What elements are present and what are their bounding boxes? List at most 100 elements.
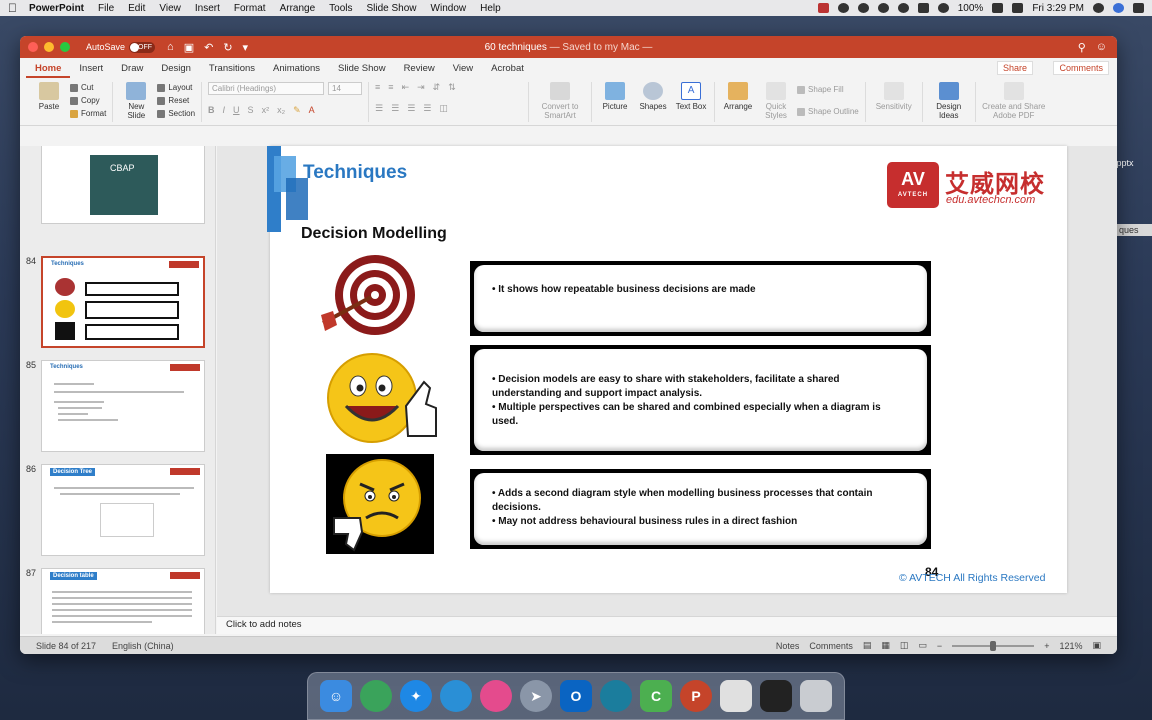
clock[interactable]: Fri 3:29 PM [1032,3,1084,14]
slide-thumbnail-86[interactable]: Decision Tree [41,464,205,556]
powerpoint-dock-icon[interactable]: P [680,680,712,712]
preview-icon[interactable] [720,680,752,712]
control-center-icon[interactable] [1133,3,1144,13]
tab-view[interactable]: View [444,63,482,78]
screen-recorder-icon[interactable] [760,680,792,712]
slide-sorter-icon[interactable]: ▦ [881,640,890,651]
menu-insert[interactable]: Insert [195,3,220,14]
paste-button[interactable]: Paste [32,82,66,111]
tab-design[interactable]: Design [152,63,200,78]
copy-button[interactable]: Copy [70,95,106,106]
home-icon[interactable]: ⌂ [167,41,174,54]
font-size-select[interactable]: 14 [328,82,363,95]
menu-file[interactable]: File [98,3,114,14]
tab-review[interactable]: Review [395,63,444,78]
language-indicator[interactable]: English (China) [112,641,174,651]
redo-icon[interactable]: ↻ [223,41,232,54]
comments-toggle[interactable]: Comments [809,641,853,651]
camtasia-icon[interactable]: C [640,680,672,712]
notes-toggle[interactable]: Notes [776,641,800,651]
battery-icon[interactable] [992,3,1004,13]
menu-view[interactable]: View [159,3,181,14]
strikethrough-icon[interactable]: S [248,105,254,116]
content-box-2[interactable]: • Decision models are easy to share with… [470,345,931,455]
align-center-icon[interactable]: ☰ [391,103,399,114]
zoom-level[interactable]: 121% [1059,641,1082,651]
decrease-indent-icon[interactable]: ⇤ [402,82,410,93]
text-box-button[interactable]: A Text Box [674,82,708,111]
extension-icon[interactable] [837,3,849,13]
safari-icon[interactable]: ✦ [400,680,432,712]
content-box-1[interactable]: • It shows how repeatable business decis… [470,261,931,336]
numbering-icon[interactable]: ≡ [388,82,393,93]
search-icon[interactable] [1093,3,1104,13]
close-window-button[interactable] [28,42,38,52]
desktop-file-ques[interactable]: ques [1116,224,1152,236]
customize-toolbar-icon[interactable]: ▾ [243,41,249,54]
comments-button[interactable]: Comments [1053,61,1109,75]
timer-icon[interactable] [897,3,909,13]
trash-icon[interactable] [800,680,832,712]
highlight-icon[interactable]: ✎ [293,105,301,116]
finder-icon[interactable]: ☺ [320,680,352,712]
menu-tools[interactable]: Tools [329,3,352,14]
shape-outline-button[interactable]: Shape Outline [797,106,859,117]
menu-format[interactable]: Format [234,3,266,14]
reading-view-icon[interactable]: ◫ [900,640,909,651]
account-icon[interactable]: ☺ [1096,41,1107,54]
superscript-icon[interactable]: x² [262,105,270,116]
minimize-window-button[interactable] [44,42,54,52]
arrange-button[interactable]: Arrange [721,82,755,111]
target-dart-icon[interactable] [319,253,421,343]
slide-thumbnails-panel[interactable]: CBAP 84 Techniques 85 Techniques 86 Deci… [20,146,216,634]
columns-icon[interactable]: ◫ [439,103,448,114]
thumbs-up-smiley-icon[interactable] [326,346,441,446]
slide-title[interactable]: Techniques [303,162,407,184]
bullets-icon[interactable]: ≡ [375,82,380,93]
tab-draw[interactable]: Draw [112,63,152,78]
undo-icon[interactable]: ↶ [204,41,213,54]
underline-icon[interactable]: U [233,105,240,116]
create-pdf-button[interactable]: Create and Share Adobe PDF [982,82,1046,120]
slide-thumbnail-87[interactable]: Decision table [41,568,205,634]
tab-slide-show[interactable]: Slide Show [329,63,395,78]
align-left-icon[interactable]: ☰ [375,103,383,114]
share-button[interactable]: Share [996,61,1033,75]
normal-view-icon[interactable]: ▤ [863,640,872,651]
thumbs-down-frown-icon[interactable] [326,454,434,554]
subscript-icon[interactable]: x₂ [277,105,285,116]
font-name-select[interactable]: Calibri (Headings) [208,82,325,95]
italic-icon[interactable]: I [223,105,226,116]
zoom-in-icon[interactable]: + [1044,641,1049,651]
slide-84[interactable]: Techniques AV AVTECH 艾威网校 edu.avtechcn.c… [267,146,1067,593]
battery-percent[interactable]: 100% [958,3,984,14]
input-source-icon[interactable] [1012,3,1024,13]
fit-to-window-icon[interactable]: ▣ [1092,640,1101,651]
reset-button[interactable]: Reset [157,95,195,106]
launchpad-icon[interactable]: ➤ [520,680,552,712]
color-app-icon[interactable] [480,680,512,712]
network-app-icon[interactable] [360,680,392,712]
tab-insert[interactable]: Insert [70,63,112,78]
shapes-button[interactable]: Shapes [636,82,670,111]
slide-thumbnail-83[interactable]: CBAP [41,146,205,224]
shape-fill-button[interactable]: Shape Fill [797,84,859,95]
bold-icon[interactable]: B [208,105,215,116]
tab-transitions[interactable]: Transitions [200,63,264,78]
tab-acrobat[interactable]: Acrobat [482,63,533,78]
zoom-slider[interactable] [952,640,1035,651]
recording-icon[interactable] [817,3,829,13]
sync-icon[interactable] [857,3,869,13]
format-painter-button[interactable]: Format [70,108,106,119]
slide-thumbnail-84[interactable]: Techniques [41,256,205,348]
align-right-icon[interactable]: ☰ [407,103,415,114]
font-color-icon[interactable]: A [309,105,315,116]
wifi-icon[interactable] [937,3,949,13]
section-button[interactable]: Section [157,108,195,119]
content-box-3[interactable]: • Adds a second diagram style when model… [470,469,931,549]
chat-app-icon[interactable] [440,680,472,712]
slide-thumbnail-85[interactable]: Techniques [41,360,205,452]
menu-window[interactable]: Window [431,3,467,14]
notes-pane[interactable]: Click to add notes [217,616,1117,634]
edge-browser-icon[interactable] [600,680,632,712]
